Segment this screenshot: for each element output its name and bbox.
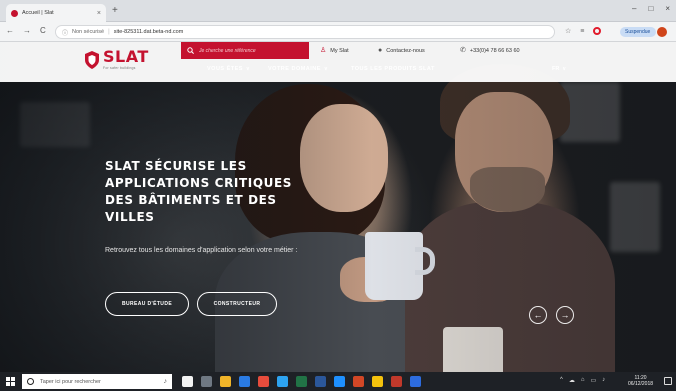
battery-icon[interactable]: ▭ — [590, 377, 596, 384]
notification-center-icon[interactable] — [664, 377, 672, 385]
microphone-icon[interactable]: ♪ — [164, 378, 168, 385]
new-tab-button[interactable]: + — [112, 6, 118, 16]
system-tray: ^ ☁ ⌂ ▭ ♪ — [560, 377, 605, 384]
info-icon[interactable]: ⓘ — [62, 28, 68, 37]
windows-taskbar: Taper ici pour rechercher ♪ ^ ☁ ⌂ ▭ ♪ 11… — [0, 372, 676, 391]
tray-expand-icon[interactable]: ^ — [560, 377, 563, 384]
clock-date: 06/12/2018 — [628, 381, 654, 387]
back-button[interactable]: ← — [6, 26, 14, 35]
taskbar-app-icon[interactable] — [296, 376, 307, 387]
hero-banner: SLAT For safer buildings Je cherche une … — [0, 42, 676, 372]
taskbar-app-icon[interactable] — [277, 376, 288, 387]
close-tab-icon[interactable]: × — [97, 10, 101, 17]
tab-title: Accueil | Slat — [22, 10, 54, 16]
nav-tous-les-produits-label: TOUS LES PRODUITS SLAT — [351, 66, 435, 72]
phone-link[interactable]: ✆ +33(0)4 78 66 63 60 — [460, 47, 520, 54]
network-icon[interactable]: ⌂ — [581, 377, 585, 384]
taskbar-app-icon[interactable] — [220, 376, 231, 387]
volume-icon[interactable]: ♪ — [602, 377, 605, 384]
navigation-buttons: ← → C — [6, 26, 46, 35]
address-url[interactable]: site-825311.dat.beta-nd.com — [114, 29, 184, 35]
search-placeholder: Je cherche une référence — [199, 47, 256, 54]
language-label: FR — [552, 66, 560, 72]
nav-vous-etes[interactable]: VOUS ÊTES ∨ — [207, 66, 250, 72]
window-controls: – □ × — [632, 4, 670, 13]
carousel-prev-button[interactable]: ← — [529, 306, 547, 324]
hero-subtitle: Retrouvez tous les domaines d'applicatio… — [105, 247, 298, 254]
browser-tab-strip: Accueil | Slat × + – □ × — [0, 0, 676, 22]
minimize-button[interactable]: – — [632, 4, 636, 13]
brand-name: SLAT — [103, 47, 149, 66]
browser-tab[interactable]: Accueil | Slat × — [6, 4, 106, 22]
main-navigation: VOUS ÊTES ∨ VOTRE DOMAINE ∨ TOUS LES PRODU… — [0, 66, 676, 78]
taskbar-app-icon[interactable] — [239, 376, 250, 387]
hero-overlay — [0, 42, 676, 372]
chevron-down-icon: ∨ — [562, 66, 567, 72]
hero-title: SLAT SÉCURISE LES APPLICATIONS CRITIQUES… — [105, 159, 293, 224]
taskbar-app-icon[interactable] — [182, 376, 193, 387]
profile-avatar-icon[interactable] — [657, 27, 667, 37]
menu-icon[interactable]: ≡ — [580, 28, 584, 35]
browser-toolbar: ← → C ⓘ Non sécurisé | site-825311.dat.b… — [0, 22, 676, 42]
profile-status-pill[interactable]: Suspendue — [620, 27, 656, 37]
my-slat-link[interactable]: ♙ My Slat — [320, 47, 349, 54]
nav-vous-etes-label: VOUS ÊTES — [207, 66, 243, 72]
windows-start-icon[interactable] — [6, 377, 15, 386]
maximize-button[interactable]: □ — [648, 4, 653, 13]
site-search-input[interactable]: Je cherche une référence — [181, 42, 309, 59]
taskbar-search-input[interactable]: Taper ici pour rechercher ♪ — [22, 374, 172, 389]
taskbar-app-icon[interactable] — [353, 376, 364, 387]
bureau-etude-button[interactable]: BUREAU D'ÉTUDE — [105, 292, 189, 316]
cortana-search-icon — [27, 378, 34, 385]
phone-number: +33(0)4 78 66 63 60 — [469, 47, 520, 54]
opera-extension-icon[interactable] — [593, 27, 602, 35]
taskbar-app-icon[interactable] — [315, 376, 326, 387]
chevron-down-icon: ∨ — [323, 66, 329, 72]
slat-favicon-icon — [11, 9, 18, 17]
reload-button[interactable]: C — [40, 26, 46, 35]
taskbar-app-icon[interactable] — [201, 376, 212, 387]
close-window-button[interactable]: × — [665, 4, 670, 13]
chat-icon: ● — [378, 47, 383, 54]
toolbar-icons: ☆ ≡ — [565, 27, 602, 35]
taskbar-app-icon[interactable] — [391, 376, 402, 387]
nav-tous-les-produits[interactable]: TOUS LES PRODUITS SLAT — [351, 66, 435, 72]
search-icon — [187, 47, 194, 54]
contact-link[interactable]: ● Contactez-nous — [378, 47, 425, 54]
bookmark-star-icon[interactable]: ☆ — [565, 27, 571, 35]
address-bar[interactable]: ⓘ Non sécurisé | site-825311.dat.beta-nd… — [55, 25, 555, 39]
taskbar-pinned-apps — [182, 376, 421, 387]
nav-votre-domaine-label: VOTRE DOMAINE — [268, 66, 321, 72]
taskbar-search-placeholder: Taper ici pour rechercher — [40, 378, 101, 385]
security-label: Non sécurisé — [72, 29, 105, 35]
chevron-down-icon: ∨ — [245, 66, 251, 72]
contact-label: Contactez-nous — [386, 47, 425, 54]
taskbar-clock[interactable]: 11:20 06/12/2018 — [628, 375, 653, 387]
nav-votre-domaine[interactable]: VOTRE DOMAINE ∨ — [268, 66, 328, 72]
language-selector[interactable]: FR ∨ — [552, 66, 566, 72]
taskbar-app-icon[interactable] — [410, 376, 421, 387]
onedrive-icon[interactable]: ☁ — [569, 377, 575, 384]
taskbar-app-icon[interactable] — [372, 376, 383, 387]
my-slat-label: My Slat — [330, 47, 349, 54]
address-separator: | — [108, 29, 110, 35]
forward-button[interactable]: → — [23, 26, 31, 35]
screen: Accueil | Slat × + – □ × ← → C ⓘ Non séc… — [0, 0, 676, 391]
taskbar-app-icon[interactable] — [258, 376, 269, 387]
constructeur-button[interactable]: CONSTRUCTEUR — [197, 292, 277, 316]
phone-icon: ✆ — [460, 47, 466, 54]
carousel-next-button[interactable]: → — [556, 306, 574, 324]
taskbar-app-icon[interactable] — [334, 376, 345, 387]
person-icon: ♙ — [320, 47, 327, 54]
